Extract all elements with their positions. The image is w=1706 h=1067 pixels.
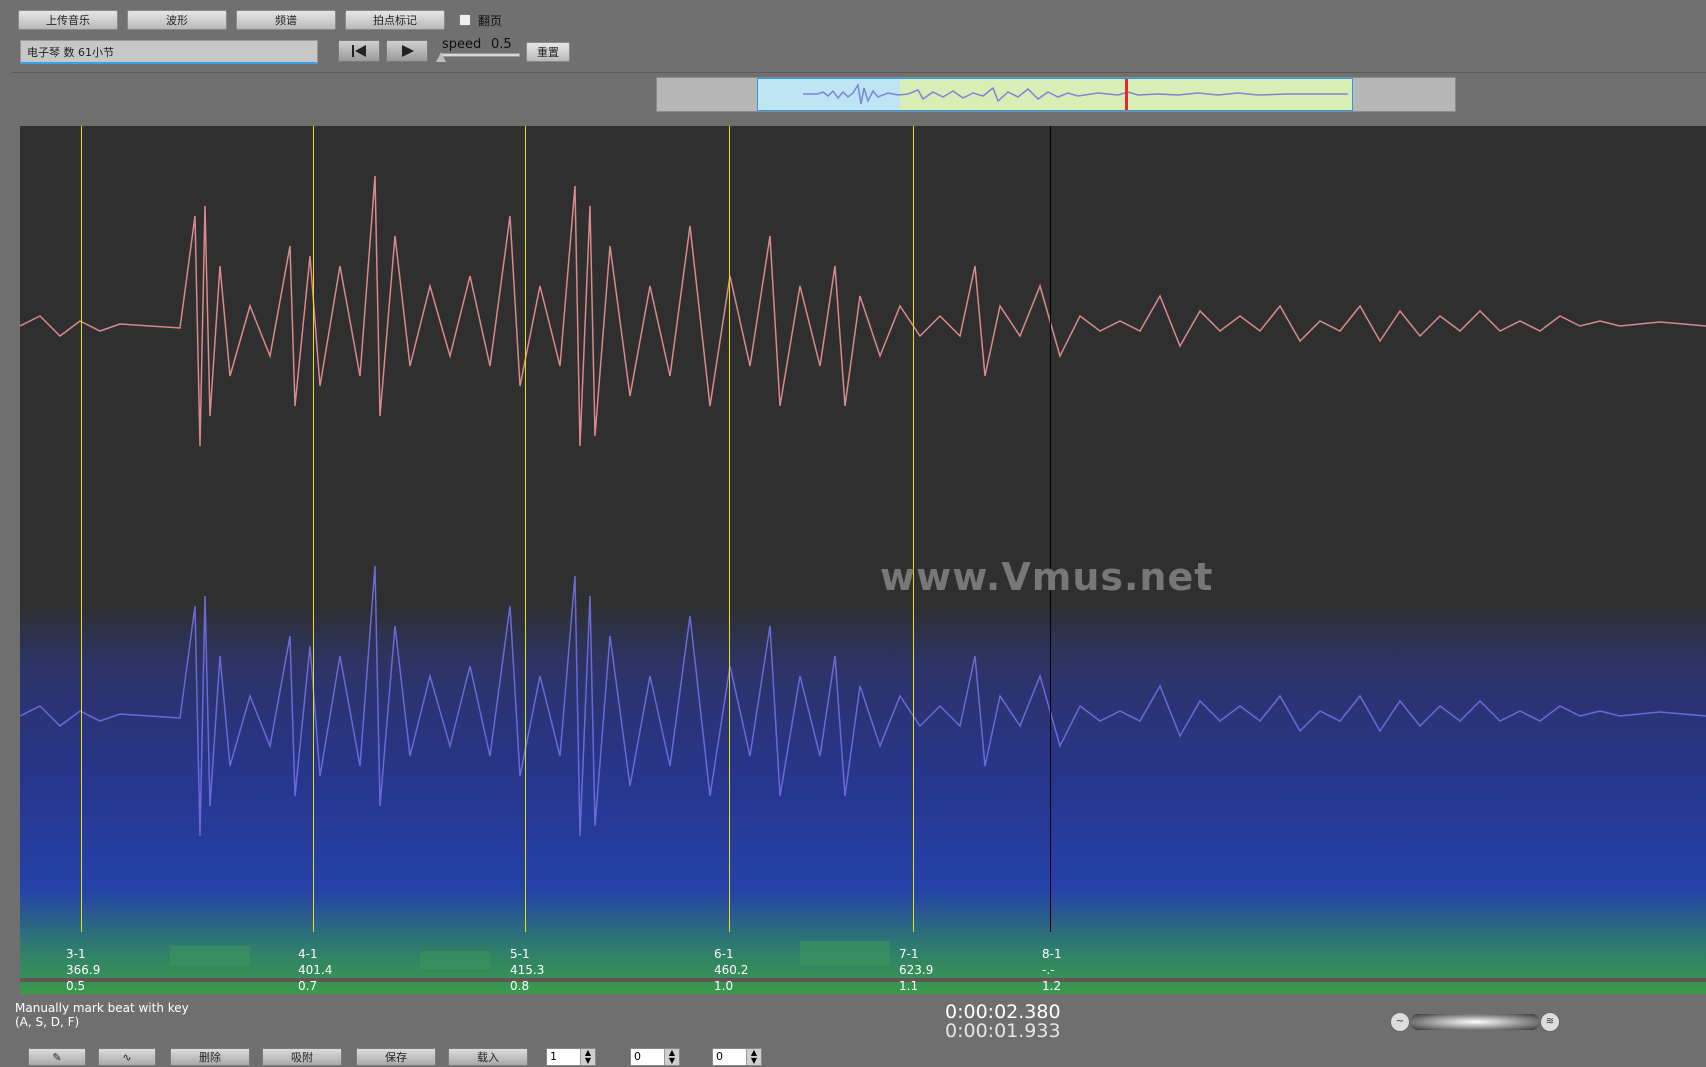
beat-line[interactable]	[81, 126, 82, 932]
beat-info-3-1: 3-1 366.9 0.5	[66, 946, 100, 994]
waveform-button[interactable]: 波形	[127, 10, 227, 30]
beat-ratio: 0.7	[298, 979, 318, 993]
speed-slider[interactable]	[440, 53, 520, 57]
beat-info-7-1: 7-1 623.9 1.1	[899, 946, 933, 994]
beat-info-8-1: 8-1 -.- 1.2	[1042, 946, 1062, 994]
save-button[interactable]: 保存	[356, 1048, 436, 1066]
overview-waveform	[803, 82, 1348, 105]
upload-music-button[interactable]: 上传音乐	[18, 10, 118, 30]
overview-track[interactable]	[656, 77, 1456, 112]
beat-info-4-1: 4-1 401.4 0.7	[298, 946, 332, 994]
waveform-right-icon: ≋	[1540, 1012, 1560, 1032]
beat-line[interactable]	[729, 126, 730, 932]
spectrum-button[interactable]: 频谱	[236, 10, 336, 30]
beat-ratio: 1.1	[899, 979, 919, 993]
status-line-2: (A, S, D, F)	[15, 1015, 80, 1029]
playhead-marker[interactable]	[1125, 79, 1128, 110]
status-line-1: Manually mark beat with key	[15, 1001, 189, 1015]
total-time: 0:00:01.933	[945, 1020, 1061, 1042]
beat-id: 4-1	[298, 947, 318, 961]
playhead-line[interactable]	[1050, 126, 1051, 932]
stepper-1-value: 1	[550, 1050, 557, 1063]
stepper-1-arrows[interactable]: ▲ ▼	[580, 1049, 595, 1065]
stepper-2-arrows[interactable]: ▲ ▼	[664, 1049, 679, 1065]
beat-id: 7-1	[899, 947, 919, 961]
waveform-spectrogram-view[interactable]: 3-1 366.9 0.5 4-1 401.4 0.7 5-1 415.3 0.…	[20, 126, 1706, 994]
reset-button[interactable]: 重置	[526, 42, 570, 62]
volume-track[interactable]	[1410, 1014, 1540, 1030]
lasso-icon: ∿	[122, 1051, 132, 1064]
speed-label: speed	[442, 37, 482, 52]
beat-value: 623.9	[899, 963, 934, 977]
eraser-icon: ✎	[52, 1051, 62, 1064]
beat-id: 3-1	[66, 947, 86, 961]
delete-button[interactable]: 删除	[170, 1048, 250, 1066]
flip-checkbox[interactable]	[459, 14, 471, 26]
beat-info-6-1: 6-1 460.2 1.0	[714, 946, 748, 994]
snap-button[interactable]: 吸附	[262, 1048, 342, 1066]
play-icon	[402, 45, 414, 57]
beat-value: 460.2	[714, 963, 749, 977]
stepper-2[interactable]: 0 ▲ ▼	[630, 1048, 680, 1066]
rewind-button[interactable]	[338, 40, 380, 62]
overview-selection[interactable]	[757, 78, 1353, 111]
eraser-button[interactable]: ✎	[28, 1048, 86, 1066]
beat-id: 5-1	[510, 947, 530, 961]
stepper-3-arrows[interactable]: ▲ ▼	[746, 1049, 761, 1065]
rewind-icon	[352, 45, 366, 57]
play-button[interactable]	[386, 40, 428, 62]
waveform-left-icon: ~	[1390, 1012, 1410, 1032]
beat-id: 8-1	[1042, 947, 1062, 961]
beat-value: -.-	[1042, 963, 1055, 977]
speed-value: 0.5	[491, 37, 512, 52]
beat-info-5-1: 5-1 415.3 0.8	[510, 946, 544, 994]
beat-line[interactable]	[525, 126, 526, 932]
beat-mark-button[interactable]: 拍点标记	[345, 10, 445, 30]
beat-ratio: 1.2	[1042, 979, 1062, 993]
beat-value: 401.4	[298, 963, 333, 977]
status-hint: Manually mark beat with key (A, S, D, F)	[15, 1001, 189, 1029]
spectrogram	[20, 126, 1706, 994]
stepper-2-value: 0	[634, 1050, 641, 1063]
song-title-field[interactable]: 电子琴 数 61小节	[20, 40, 318, 64]
beat-ratio: 0.8	[510, 979, 530, 993]
beat-id: 6-1	[714, 947, 734, 961]
flip-label: 翻页	[478, 14, 503, 28]
volume-control[interactable]: ~ ≋	[1390, 1012, 1560, 1032]
beat-line[interactable]	[913, 126, 914, 932]
stepper-1[interactable]: 1 ▲ ▼	[546, 1048, 596, 1066]
beat-ratio: 0.5	[66, 979, 86, 993]
beat-ratio: 1.0	[714, 979, 734, 993]
beat-value: 366.9	[66, 963, 101, 977]
beat-value: 415.3	[510, 963, 545, 977]
stepper-3[interactable]: 0 ▲ ▼	[712, 1048, 762, 1066]
speed-slider-handle[interactable]	[436, 52, 446, 62]
watermark: www.Vmus.net	[880, 555, 1214, 599]
lasso-button[interactable]: ∿	[98, 1048, 156, 1066]
load-button[interactable]: 载入	[448, 1048, 528, 1066]
stepper-3-value: 0	[716, 1050, 723, 1063]
beat-line[interactable]	[313, 126, 314, 932]
